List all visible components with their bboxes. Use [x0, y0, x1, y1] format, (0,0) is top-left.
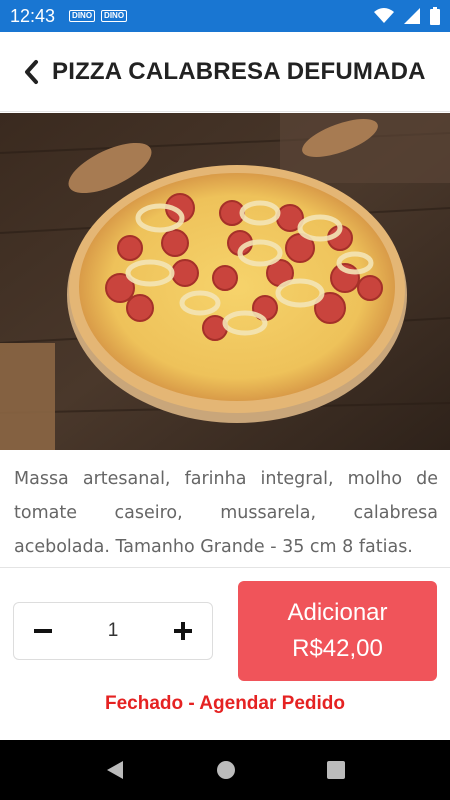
- product-description: Massa artesanal, farinha integral, molho…: [14, 469, 438, 557]
- back-button[interactable]: [0, 32, 52, 112]
- back-triangle-icon: [107, 761, 124, 779]
- wifi-icon: [374, 8, 394, 23]
- add-to-cart-button[interactable]: Adicionar R$42,00: [238, 581, 437, 681]
- status-bar: 12:43 DINO DINO: [0, 0, 450, 32]
- add-button-label: Adicionar: [287, 599, 388, 626]
- nav-recents-button[interactable]: [326, 761, 345, 779]
- product-image: [0, 113, 450, 450]
- notification-icons: DINO DINO: [69, 10, 128, 22]
- notification-icon: DINO: [101, 10, 128, 22]
- quantity-value: 1: [107, 620, 119, 641]
- notification-icon: DINO: [69, 10, 96, 22]
- pizza-image: [0, 113, 450, 450]
- increment-button[interactable]: [172, 620, 194, 642]
- recents-square-icon: [326, 761, 345, 779]
- nav-back-button[interactable]: [105, 760, 125, 780]
- home-circle-icon: [216, 761, 235, 779]
- nav-home-button[interactable]: [216, 760, 236, 780]
- plus-icon: [173, 622, 192, 640]
- add-button-price: R$42,00: [292, 635, 383, 662]
- status-time: 12:43: [10, 5, 56, 26]
- status-indicators: [374, 7, 440, 25]
- app-header: PIZZA CALABRESA DEFUMADA: [0, 32, 450, 112]
- page-title: PIZZA CALABRESA DEFUMADA: [52, 57, 426, 85]
- divider: [0, 567, 450, 568]
- minus-icon: [34, 629, 52, 633]
- chevron-left-icon: [25, 59, 38, 84]
- battery-icon: [430, 7, 440, 25]
- signal-icon: [404, 8, 420, 24]
- system-nav-bar: [0, 740, 450, 800]
- decrement-button[interactable]: [32, 620, 54, 642]
- store-status-link[interactable]: Fechado - Agendar Pedido: [0, 693, 450, 715]
- quantity-stepper: 1: [13, 602, 213, 660]
